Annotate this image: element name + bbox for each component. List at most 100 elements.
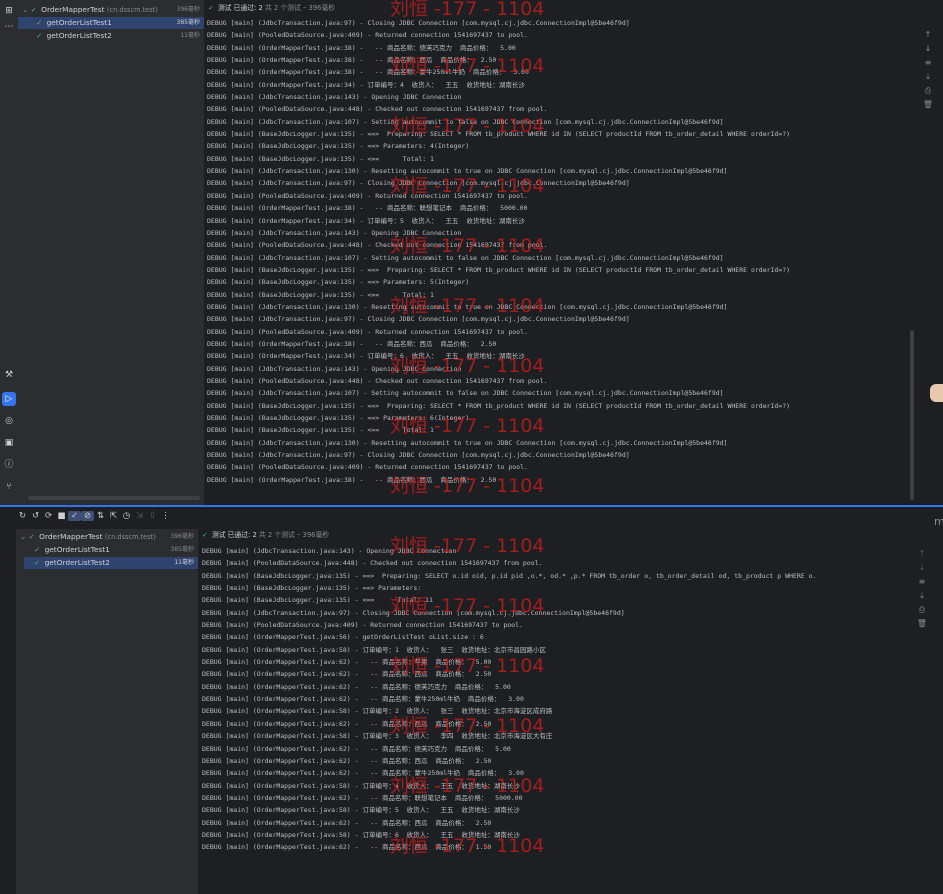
log-line: DEBUG [main] (JdbcTransaction.java:130) … (207, 438, 728, 447)
log-line: DEBUG [main] (PooledDataSource.java:409)… (202, 621, 523, 630)
sort-icon[interactable]: ⇅ (94, 511, 107, 521)
toggle-auto-test-icon[interactable]: ⟳ (42, 511, 55, 521)
tree-item-label: getOrderListTest1 (44, 545, 110, 554)
trash-icon[interactable]: 🗑 (918, 98, 938, 112)
log-line: DEBUG [main] (JdbcTransaction.java:143) … (207, 364, 462, 373)
log-line: DEBUG [main] (OrderMapperTest.java:62) -… (202, 670, 492, 679)
export-icon[interactable]: ⇳ (146, 511, 159, 521)
check-icon: ✓ (208, 4, 214, 12)
run-icon[interactable]: ▷ (2, 392, 16, 406)
trash-icon[interactable]: 🗑 (912, 617, 932, 631)
log-line: DEBUG [main] (PooledDataSource.java:409)… (207, 463, 528, 472)
log-line: DEBUG [main] (OrderMapperTest.java:58) -… (202, 707, 553, 716)
check-icon: ✓ (34, 545, 41, 554)
log-line: DEBUG [main] (BaseJdbcLogger.java:135) -… (202, 596, 433, 605)
log-line: DEBUG [main] (OrderMapperTest.java:58) -… (202, 732, 553, 741)
console-output[interactable]: DEBUG [main] (JdbcTransaction.java:143) … (202, 545, 910, 894)
log-line: DEBUG [main] (OrderMapperTest.java:34) -… (207, 352, 525, 361)
tree-item-duration: 385毫秒 (176, 19, 200, 26)
more-icon[interactable]: ⋮ (159, 511, 172, 521)
services-icon[interactable]: ◎ (2, 414, 16, 428)
import-icon[interactable]: ⇲ (133, 511, 146, 521)
log-line: DEBUG [main] (OrderMapperTest.java:58) -… (202, 830, 520, 839)
console-output[interactable]: DEBUG [main] (JdbcTransaction.java:97) -… (207, 17, 915, 497)
tree-horizontal-scrollbar[interactable] (28, 496, 200, 500)
console-vertical-scrollbar[interactable] (910, 330, 914, 500)
log-line: DEBUG [main] (OrderMapperTest.java:62) -… (202, 744, 511, 753)
rerun-icon[interactable]: ↻ (16, 511, 29, 521)
tree-item-label: getOrderListTest2 (44, 558, 110, 567)
print-icon[interactable]: ⎙ (912, 603, 932, 617)
run-toolbar: ↻ ↺ ⟳ ■ ✓ ⊘ ⇅ ⇱ ◷ ⇲ ⇳ ⋮ (16, 511, 172, 527)
scroll-to-end-icon[interactable]: ⤓ (918, 70, 938, 84)
log-line: DEBUG [main] (BaseJdbcLogger.java:135) -… (207, 278, 470, 287)
check-icon: ✓ (36, 31, 43, 40)
log-line: DEBUG [main] (BaseJdbcLogger.java:135) -… (207, 130, 791, 139)
log-line: DEBUG [main] (PooledDataSource.java:409)… (207, 191, 528, 200)
arrow-up-icon[interactable]: ↑ (918, 28, 938, 42)
log-line: DEBUG [main] (JdbcTransaction.java:130) … (207, 302, 728, 311)
more-icon[interactable]: ⋯ (2, 20, 16, 34)
stop-icon[interactable]: ■ (55, 511, 68, 521)
log-line: DEBUG [main] (BaseJdbcLogger.java:135) -… (207, 142, 470, 151)
show-passed-icon[interactable]: ✓ (68, 511, 81, 521)
edge-text-fragment: m (934, 515, 943, 528)
bottom-run-panel: ↻ ↺ ⟳ ■ ✓ ⊘ ⇅ ⇱ ◷ ⇲ ⇳ ⋮ ⌄ ✓ OrderMapperTest (cn.dss… (0, 507, 943, 894)
log-line: DEBUG [main] (BaseJdbcLogger.java:135) -… (207, 154, 434, 163)
log-line: DEBUG [main] (OrderMapperTest.java:62) -… (202, 658, 492, 667)
collapse-icon[interactable]: ⇱ (107, 511, 120, 521)
log-line: DEBUG [main] (OrderMapperTest.java:38) -… (207, 56, 497, 65)
git-icon[interactable]: ⑂ (2, 480, 16, 494)
print-icon[interactable]: ⎙ (918, 84, 938, 98)
log-line: DEBUG [main] (JdbcTransaction.java:143) … (207, 93, 462, 102)
soft-wrap-icon[interactable]: ≡ (912, 575, 932, 589)
console-side-toolbar: ↑ ↓ ≡ ⤓ ⎙ 🗑 (918, 28, 938, 112)
log-line: DEBUG [main] (BaseJdbcLogger.java:135) -… (207, 265, 791, 274)
show-ignored-icon[interactable]: ⊘ (81, 511, 94, 521)
hammer-icon[interactable]: ⚒ (2, 368, 16, 382)
problems-icon[interactable]: ⓘ (2, 458, 16, 472)
history-icon[interactable]: ◷ (120, 511, 133, 521)
tree-root[interactable]: ⌄ ✓ OrderMapperTest (cn.dsscm.test) 396毫… (16, 531, 198, 543)
chevron-down-icon[interactable]: ⌄ (20, 532, 26, 541)
scroll-to-end-icon[interactable]: ⤓ (912, 589, 932, 603)
log-line: DEBUG [main] (JdbcTransaction.java:97) -… (207, 315, 630, 324)
console-side-toolbar: ↑ ↓ ≡ ⤓ ⎙ 🗑 (912, 547, 932, 631)
tests-passed-text: 测试 已通过: 2 (211, 531, 257, 539)
arrow-down-icon[interactable]: ↓ (918, 42, 938, 56)
log-line: DEBUG [main] (OrderMapperTest.java:56) -… (202, 633, 484, 642)
tree-item[interactable]: ✓ getOrderListTest2 11毫秒 (24, 557, 198, 569)
tree-item[interactable]: ✓ getOrderListTest1 385毫秒 (16, 544, 198, 556)
arrow-up-icon[interactable]: ↑ (912, 547, 932, 561)
tree-item-duration: 385毫秒 (170, 546, 194, 553)
log-line: DEBUG [main] (OrderMapperTest.java:62) -… (202, 719, 492, 728)
log-line: DEBUG [main] (OrderMapperTest.java:38) -… (207, 43, 516, 52)
tests-total-text: 共 2 个测试 – 396毫秒 (258, 531, 330, 539)
structure-icon[interactable]: ⊞ (2, 4, 16, 18)
log-line: DEBUG [main] (BaseJdbcLogger.java:135) -… (207, 401, 791, 410)
log-line: DEBUG [main] (JdbcTransaction.java:107) … (207, 253, 724, 262)
terminal-icon[interactable]: ▣ (2, 436, 16, 450)
avatar[interactable] (930, 384, 943, 402)
log-line: DEBUG [main] (OrderMapperTest.java:38) -… (207, 339, 497, 348)
arrow-down-icon[interactable]: ↓ (912, 561, 932, 575)
tree-item[interactable]: ✓ getOrderListTest2 11毫秒 (18, 30, 204, 42)
tree-root[interactable]: ⌄ ✓ OrderMapperTest (cn.dsscm.test) 396毫… (18, 4, 204, 16)
test-status-bar: ✓ 测试 已通过: 2 共 2 个测试 – 396毫秒 (202, 528, 329, 542)
tree-item[interactable]: ✓ getOrderListTest1 385毫秒 (18, 17, 204, 29)
log-line: DEBUG [main] (PooledDataSource.java:448)… (207, 376, 548, 385)
soft-wrap-icon[interactable]: ≡ (918, 56, 938, 70)
log-line: DEBUG [main] (JdbcTransaction.java:97) -… (207, 451, 630, 460)
log-line: DEBUG [main] (BaseJdbcLogger.java:135) -… (207, 290, 434, 299)
check-icon: ✓ (34, 558, 41, 567)
log-line: DEBUG [main] (JdbcTransaction.java:107) … (207, 117, 724, 126)
log-line: DEBUG [main] (BaseJdbcLogger.java:135) -… (202, 571, 817, 580)
tree-item-label: getOrderListTest1 (46, 18, 112, 27)
rerun-failed-icon[interactable]: ↺ (29, 511, 42, 521)
log-line: DEBUG [main] (JdbcTransaction.java:97) -… (207, 19, 630, 27)
tree-root-package: (cn.dsscm.test) (104, 533, 156, 541)
log-line: DEBUG [main] (BaseJdbcLogger.java:135) -… (207, 414, 470, 422)
chevron-down-icon[interactable]: ⌄ (22, 5, 28, 14)
tree-root-label: OrderMapperTest (39, 532, 103, 541)
check-icon: ✓ (30, 5, 37, 14)
